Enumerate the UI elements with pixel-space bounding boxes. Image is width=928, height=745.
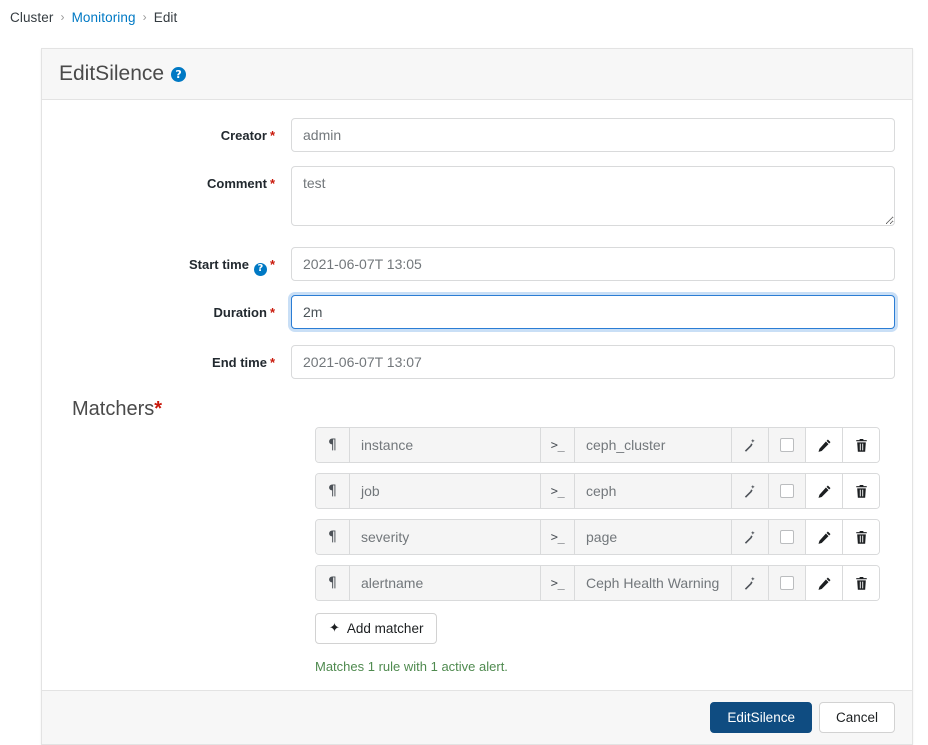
checkbox-box bbox=[780, 484, 794, 498]
magic-wand-icon[interactable] bbox=[731, 520, 768, 554]
comment-label: Comment * bbox=[59, 166, 291, 190]
creator-label: Creator * bbox=[59, 118, 291, 142]
start-time-help-circle-icon[interactable]: ? bbox=[253, 262, 267, 276]
matcher-value-input[interactable]: Ceph Health Warning bbox=[575, 566, 731, 600]
matcher-delete-button[interactable] bbox=[842, 474, 879, 508]
help-circle-icon[interactable]: ? bbox=[171, 67, 187, 82]
start-time-field-col bbox=[291, 247, 895, 281]
matcher-name-input[interactable]: severity bbox=[350, 520, 540, 554]
matcher-edit-button[interactable] bbox=[805, 566, 842, 600]
creator-label-text: Creator bbox=[220, 128, 267, 143]
creator-field-col bbox=[291, 118, 895, 152]
duration-input[interactable] bbox=[291, 295, 895, 329]
card-body: Creator* Comment* test Start time?* bbox=[42, 100, 912, 690]
terminal-icon: >_ bbox=[540, 474, 575, 508]
checkbox-box bbox=[780, 576, 794, 590]
form-row-start-time: Start time? * bbox=[59, 247, 895, 281]
pilcrow-icon: ¶ bbox=[316, 520, 350, 554]
form-row-creator: Creator * bbox=[59, 118, 895, 152]
breadcrumb-separator: › bbox=[142, 10, 147, 24]
breadcrumb-item-edit: Edit bbox=[153, 9, 178, 25]
table-row: ¶ job >_ ceph bbox=[315, 473, 880, 509]
matcher-delete-button[interactable] bbox=[842, 566, 879, 600]
matcher-edit-button[interactable] bbox=[805, 474, 842, 508]
breadcrumb-item-monitoring[interactable]: Monitoring bbox=[72, 10, 136, 25]
matcher-name-input[interactable]: alertname bbox=[350, 566, 540, 600]
matcher-delete-button[interactable] bbox=[842, 520, 879, 554]
required-asterisk: * bbox=[154, 398, 163, 420]
required-asterisk: * bbox=[269, 176, 275, 191]
plus-icon: ✦ bbox=[329, 621, 340, 636]
matcher-edit-button[interactable] bbox=[805, 520, 842, 554]
matcher-regex-checkbox[interactable] bbox=[768, 566, 805, 600]
end-time-label-text: End time bbox=[212, 355, 267, 370]
form-row-end-time: End time * bbox=[59, 345, 895, 379]
required-asterisk: * bbox=[269, 305, 275, 320]
form-row-duration: Duration * bbox=[59, 295, 895, 329]
creator-input[interactable] bbox=[291, 118, 895, 152]
table-row: ¶ instance >_ ceph_cluster bbox=[315, 427, 880, 463]
table-row: ¶ alertname >_ Ceph Health Warning bbox=[315, 565, 880, 601]
terminal-icon: >_ bbox=[540, 566, 575, 600]
card-header: EditSilence ? bbox=[42, 49, 912, 100]
edit-silence-card: EditSilence ? Creator* Comment* test Sta… bbox=[41, 48, 913, 745]
matcher-edit-button[interactable] bbox=[805, 428, 842, 462]
pilcrow-icon: ¶ bbox=[316, 566, 350, 600]
required-asterisk: * bbox=[269, 355, 275, 370]
pilcrow-icon: ¶ bbox=[316, 474, 350, 508]
magic-wand-icon[interactable] bbox=[731, 566, 768, 600]
add-matcher-button[interactable]: ✦ Add matcher bbox=[315, 613, 438, 644]
pilcrow-icon: ¶ bbox=[316, 428, 350, 462]
matcher-name-input[interactable]: instance bbox=[350, 428, 540, 462]
required-asterisk: * bbox=[269, 128, 275, 143]
comment-field-col: test bbox=[291, 166, 895, 229]
matchers-heading: Matchers* bbox=[72, 399, 895, 419]
checkbox-box bbox=[780, 530, 794, 544]
terminal-icon: >_ bbox=[540, 520, 575, 554]
duration-field-col bbox=[291, 295, 895, 329]
matcher-value-input[interactable]: ceph_cluster bbox=[575, 428, 731, 462]
matcher-regex-checkbox[interactable] bbox=[768, 520, 805, 554]
matchers-heading-text: Matchers bbox=[72, 398, 155, 420]
submit-button[interactable]: EditSilence bbox=[710, 702, 812, 733]
matchers-list: ¶ instance >_ ceph_cluster ¶ job >_ ceph… bbox=[315, 427, 895, 674]
start-time-label-text: Start time bbox=[188, 257, 249, 272]
matcher-name-input[interactable]: job bbox=[350, 474, 540, 508]
comment-label-text: Comment bbox=[206, 176, 267, 191]
magic-wand-icon[interactable] bbox=[731, 474, 768, 508]
duration-label: Duration * bbox=[59, 295, 291, 319]
start-time-label: Start time? * bbox=[59, 247, 291, 276]
table-row: ¶ severity >_ page bbox=[315, 519, 880, 555]
magic-wand-icon[interactable] bbox=[731, 428, 768, 462]
terminal-icon: >_ bbox=[540, 428, 575, 462]
breadcrumb-item-cluster: Cluster bbox=[10, 9, 54, 25]
card-footer: EditSilence Cancel bbox=[42, 690, 912, 744]
matcher-regex-checkbox[interactable] bbox=[768, 428, 805, 462]
breadcrumb: Cluster › Monitoring › Edit bbox=[0, 0, 928, 30]
matcher-regex-checkbox[interactable] bbox=[768, 474, 805, 508]
page-title: EditSilence bbox=[59, 62, 165, 85]
duration-label-text: Duration bbox=[213, 305, 267, 320]
matcher-value-input[interactable]: ceph bbox=[575, 474, 731, 508]
matcher-delete-button[interactable] bbox=[842, 428, 879, 462]
end-time-label: End time * bbox=[59, 345, 291, 369]
breadcrumb-separator: › bbox=[60, 10, 65, 24]
end-time-field-col bbox=[291, 345, 895, 379]
comment-textarea[interactable]: test bbox=[291, 166, 895, 226]
matcher-value-input[interactable]: page bbox=[575, 520, 731, 554]
required-asterisk: * bbox=[269, 257, 275, 272]
matchers-result-note: Matches 1 rule with 1 active alert. bbox=[315, 659, 508, 674]
cancel-button[interactable]: Cancel bbox=[818, 702, 895, 733]
end-time-input[interactable] bbox=[291, 345, 895, 379]
form-row-comment: Comment * test bbox=[59, 166, 895, 229]
checkbox-box bbox=[780, 438, 794, 452]
start-time-input[interactable] bbox=[291, 247, 895, 281]
add-matcher-label: Add matcher bbox=[346, 621, 424, 636]
